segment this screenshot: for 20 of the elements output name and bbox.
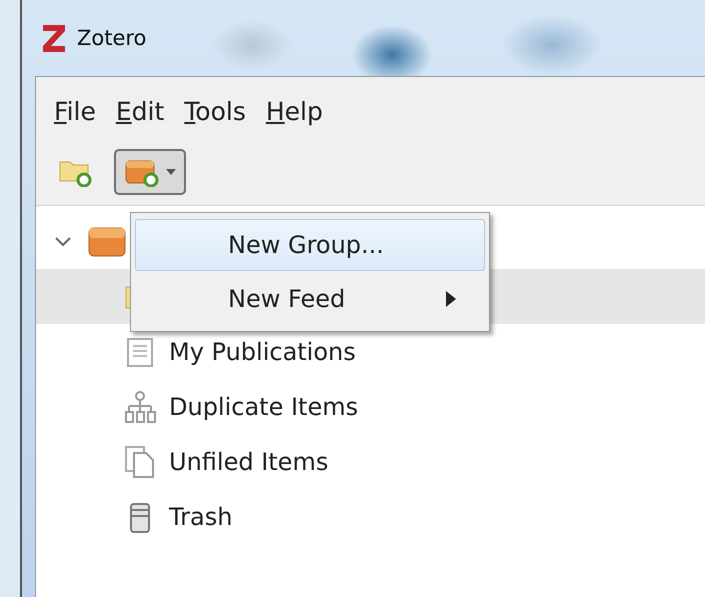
menu-item[interactable]: File [54,96,96,126]
tree-item[interactable]: My Publications [169,338,356,366]
window-title: Zotero [77,26,146,50]
tree-item[interactable]: Unfiled Items [169,448,328,476]
menu-item[interactable]: New Feed [135,273,485,325]
zotero-logo-icon [41,23,67,53]
caret-icon [166,169,176,175]
menu-item[interactable]: Help [266,96,323,126]
tree-item[interactable]: Duplicate Items [169,392,358,420]
menu-item[interactable]: New Group... [135,219,485,271]
new-library-button[interactable] [114,149,186,195]
documents-icon [124,444,156,478]
menu-item[interactable]: Edit [116,96,164,126]
hierarchy-icon [124,390,156,424]
tree-item[interactable]: Trash [169,502,232,530]
submenu-arrow-icon [446,291,456,307]
document-icon [125,336,155,368]
chevron-down-icon[interactable] [54,236,72,248]
library-icon [88,226,126,258]
menu-item[interactable]: Tools [184,96,246,126]
